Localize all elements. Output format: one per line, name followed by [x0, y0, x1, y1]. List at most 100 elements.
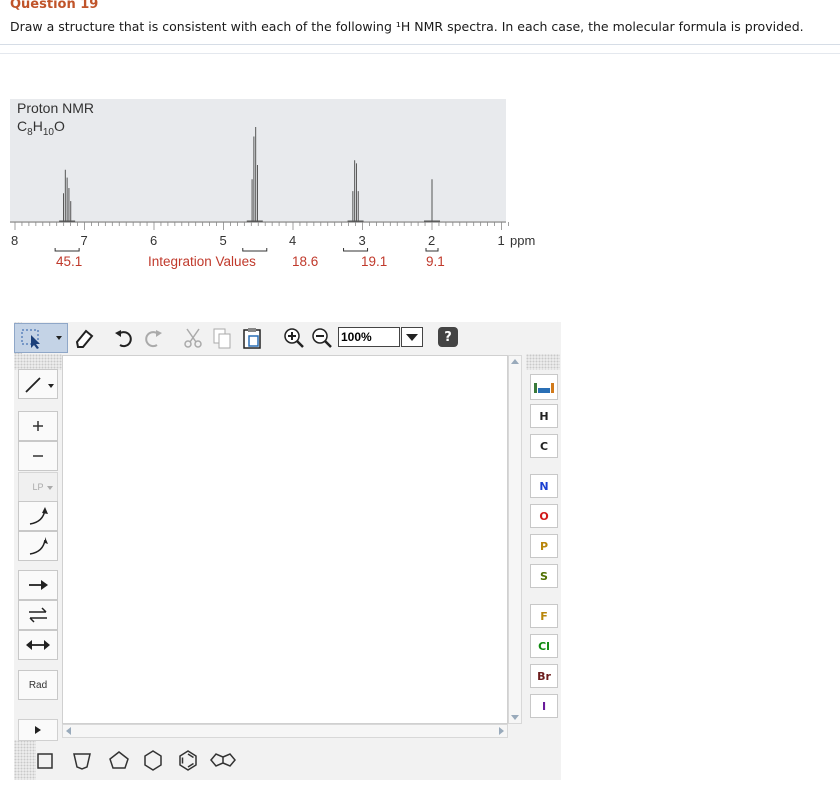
nmr-peaks	[59, 127, 440, 222]
curved-half-arrow-icon	[29, 537, 48, 555]
pentagon-icon	[109, 751, 129, 769]
benzene-icon	[179, 750, 197, 771]
copy-icon	[213, 328, 231, 349]
scroll-up-icon	[511, 359, 519, 364]
cyclohexane-template-button[interactable]	[138, 745, 168, 775]
eraser-icon	[75, 329, 94, 348]
integration-value: 18.6	[292, 254, 319, 269]
toolbar-grip	[14, 354, 62, 370]
integration-bracket	[425, 248, 439, 252]
triangle-right-icon	[35, 726, 41, 734]
integration-bracket	[54, 248, 80, 252]
ppm-tick-label: 5	[219, 233, 227, 248]
single-arrow-curve-button[interactable]	[18, 531, 58, 561]
integration-bracket	[343, 248, 369, 252]
nmr-plot	[10, 127, 509, 252]
toolbar-grip	[526, 354, 560, 370]
negative-charge-button[interactable]	[18, 441, 58, 471]
scroll-left-icon	[66, 727, 71, 735]
atom-button-h[interactable]: H	[530, 404, 558, 428]
ppm-unit-label: ppm	[510, 233, 536, 248]
equilibrium-arrow-icon	[29, 607, 47, 623]
copy-button[interactable]	[208, 324, 236, 352]
undo-button[interactable]	[110, 324, 138, 352]
curved-arrow-icon	[29, 507, 48, 525]
drawing-canvas[interactable]	[62, 355, 508, 724]
equilibrium-arrow-button[interactable]	[18, 600, 58, 630]
integration-caption: Integration Values	[148, 254, 256, 269]
cyclobutane-icon	[37, 753, 53, 769]
zoom-in-button[interactable]	[280, 324, 308, 352]
hexagon-icon	[144, 750, 162, 771]
select-tool-button[interactable]	[14, 323, 68, 353]
lone-pair-button[interactable]: LP	[18, 472, 58, 502]
atom-button-br[interactable]: Br	[530, 664, 558, 688]
triangle-down-icon	[47, 486, 53, 490]
vertical-scrollbar[interactable]	[508, 355, 522, 724]
scroll-right-icon	[499, 727, 504, 735]
atom-button-i[interactable]: I	[530, 694, 558, 718]
zoom-out-icon	[312, 328, 332, 348]
integration-value: 19.1	[361, 254, 388, 269]
horizontal-scrollbar[interactable]	[62, 724, 508, 738]
fused-rings-icon	[210, 753, 236, 767]
lone-pair-label: LP	[32, 482, 44, 492]
atom-button-n[interactable]: N	[530, 474, 558, 498]
integration-bracket	[242, 248, 268, 252]
zoom-in-icon	[284, 328, 304, 348]
radical-button[interactable]: Rad	[18, 670, 58, 700]
atom-button-s[interactable]: S	[530, 564, 558, 588]
expand-left-panel-button[interactable]	[18, 719, 58, 741]
lasso-select-icon	[21, 329, 62, 349]
zoom-out-button[interactable]	[308, 324, 336, 352]
paste-icon	[243, 328, 261, 349]
right-arrow-icon	[29, 580, 48, 590]
integration-value: 45.1	[56, 254, 83, 269]
resonance-arrow-button[interactable]	[18, 630, 58, 660]
reaction-arrow-button[interactable]	[18, 570, 58, 600]
atom-button-p[interactable]: P	[530, 534, 558, 558]
ppm-tick-label: 1	[497, 233, 505, 248]
periodic-table-icon	[534, 383, 554, 393]
pentagon-template-button[interactable]	[104, 745, 134, 775]
triangle-down-icon	[406, 334, 418, 341]
benzene-template-button[interactable]	[173, 745, 203, 775]
atom-button-f[interactable]: F	[530, 604, 558, 628]
ppm-tick-label: 2	[428, 233, 436, 248]
positive-charge-button[interactable]	[18, 411, 58, 441]
redo-icon	[145, 330, 162, 348]
zoom-level-select[interactable]: 100%	[338, 327, 400, 347]
cycloheptane-template-button[interactable]	[208, 745, 238, 775]
periodic-table-button[interactable]	[530, 374, 558, 400]
atom-button-o[interactable]: O	[530, 504, 558, 528]
undo-icon	[115, 330, 132, 348]
cyclopentane-template-button[interactable]	[67, 745, 97, 775]
ppm-tick-label: 8	[11, 233, 19, 248]
double-arrow-curve-button[interactable]	[18, 501, 58, 531]
integration-value: 9.1	[426, 254, 445, 269]
integration-brackets	[54, 248, 439, 252]
minus-icon	[33, 455, 43, 457]
atom-button-cl[interactable]: Cl	[530, 634, 558, 658]
eraser-button[interactable]	[70, 324, 98, 352]
ppm-tick-label: 4	[289, 233, 297, 248]
redo-button[interactable]	[139, 324, 167, 352]
ppm-tick-label: 6	[150, 233, 158, 248]
atom-button-c[interactable]: C	[530, 434, 558, 458]
double-headed-arrow-icon	[26, 640, 50, 650]
scroll-down-icon	[511, 715, 519, 720]
cyclobutane-template-button[interactable]	[30, 745, 60, 775]
plus-icon	[33, 421, 43, 431]
paste-button[interactable]	[238, 324, 266, 352]
single-bond-icon	[25, 377, 54, 393]
ppm-tick-label: 3	[358, 233, 366, 248]
radical-label: Rad	[28, 679, 48, 691]
bond-tool-button[interactable]	[18, 369, 58, 399]
ppm-axis	[10, 221, 509, 230]
help-button[interactable]: ?	[438, 327, 458, 347]
cyclopentane-icon	[73, 753, 91, 770]
scissors-icon	[184, 328, 202, 348]
ppm-tick-label: 7	[80, 233, 88, 248]
cut-button[interactable]	[179, 324, 207, 352]
zoom-dropdown-button[interactable]	[401, 327, 423, 347]
